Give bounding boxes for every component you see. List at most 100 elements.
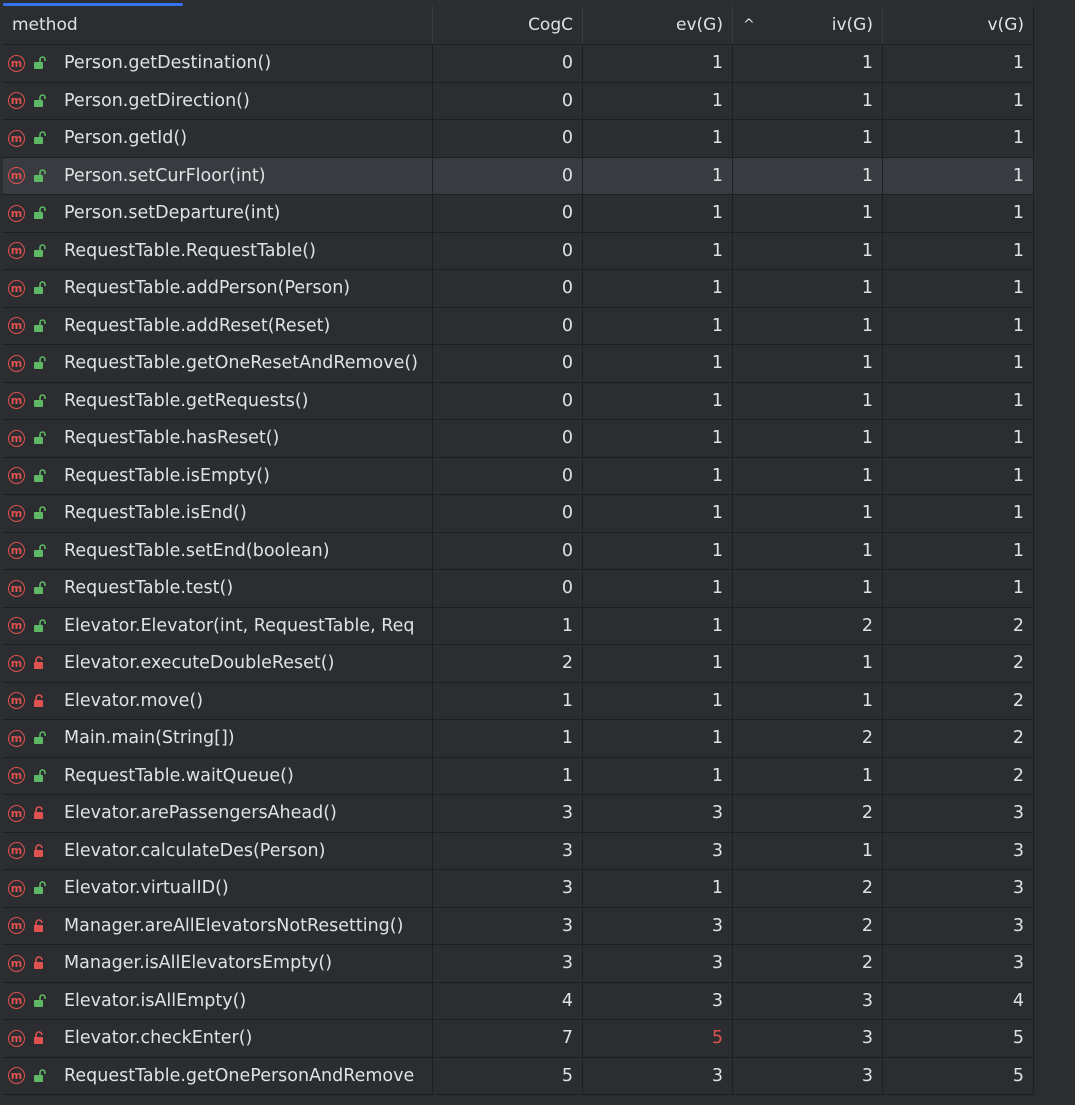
evg-cell: 1: [583, 532, 733, 569]
method-name: RequestTable.waitQueue(): [64, 765, 294, 786]
table-row[interactable]: m Person.getDirection() 0 1 1 1: [3, 82, 1033, 120]
method-name: Elevator.calculateDes(Person): [64, 840, 326, 861]
method-cell[interactable]: m RequestTable.setEnd(boolean): [3, 532, 433, 569]
table-row[interactable]: m RequestTable.hasReset() 0 1 1 1: [3, 420, 1033, 458]
column-header-cogc[interactable]: CogC: [433, 6, 583, 44]
method-cell[interactable]: m RequestTable.getOneResetAndRemove(): [3, 345, 433, 382]
table-row[interactable]: m Elevator.virtualID() 3 1 2 3: [3, 870, 1033, 908]
method-cell[interactable]: m RequestTable.addReset(Reset): [3, 307, 433, 344]
method-cell[interactable]: m RequestTable.getOnePersonAndRemove: [3, 1057, 433, 1094]
method-cell[interactable]: m Person.setDeparture(int): [3, 195, 433, 232]
method-icon: m: [8, 542, 25, 560]
method-icon: m: [8, 842, 25, 860]
method-cell[interactable]: m Elevator.executeDoubleReset(): [3, 645, 433, 682]
table-row[interactable]: m Elevator.calculateDes(Person) 3 3 1 3: [3, 832, 1033, 870]
table-row[interactable]: m Elevator.arePassengersAhead() 3 3 2 3: [3, 795, 1033, 833]
method-cell[interactable]: m Person.getDirection(): [3, 82, 433, 119]
method-icon: m: [8, 54, 25, 72]
cogc-cell: 1: [433, 607, 583, 644]
column-header-evg[interactable]: ev(G): [583, 6, 733, 44]
table-row[interactable]: m RequestTable.getRequests() 0 1 1 1: [3, 382, 1033, 420]
cogc-cell: 3: [433, 907, 583, 944]
method-name: Elevator.arePassengersAhead(): [64, 803, 337, 824]
method-cell[interactable]: m RequestTable.RequestTable(): [3, 232, 433, 269]
method-cell[interactable]: m Person.getId(): [3, 120, 433, 157]
method-icon: m: [8, 429, 25, 447]
method-cell[interactable]: m Person.getDestination(): [3, 45, 433, 82]
method-cell[interactable]: m Elevator.Elevator(int, RequestTable, Re…: [3, 607, 433, 644]
method-cell[interactable]: m Elevator.calculateDes(Person): [3, 832, 433, 869]
method-name: Elevator.executeDoubleReset(): [64, 653, 335, 674]
table-row[interactable]: m RequestTable.waitQueue() 1 1 1 2: [3, 757, 1033, 795]
table-row[interactable]: m RequestTable.test() 0 1 1 1: [3, 570, 1033, 608]
method-cell[interactable]: m RequestTable.isEnd(): [3, 495, 433, 532]
method-name: RequestTable.hasReset(): [64, 428, 280, 449]
method-icon: m: [8, 579, 25, 597]
table-row[interactable]: m RequestTable.addPerson(Person) 0 1 1 1: [3, 270, 1033, 308]
method-cell[interactable]: m Elevator.isAllEmpty(): [3, 982, 433, 1019]
table-row[interactable]: m RequestTable.getOnePersonAndRemove 5 3 3 5: [3, 1057, 1033, 1095]
table-row[interactable]: m Person.getId() 0 1 1 1: [3, 120, 1033, 158]
table-row[interactable]: m Elevator.Elevator(int, RequestTable, Re…: [3, 607, 1033, 645]
method-cell[interactable]: m Manager.isAllElevatorsEmpty(): [3, 945, 433, 982]
table-row[interactable]: m RequestTable.isEmpty() 0 1 1 1: [3, 457, 1033, 495]
cogc-cell: 3: [433, 945, 583, 982]
method-cell[interactable]: m Manager.areAllElevatorsNotResetting(): [3, 907, 433, 944]
cogc-cell: 3: [433, 795, 583, 832]
method-cell[interactable]: m RequestTable.waitQueue(): [3, 757, 433, 794]
private-lock-icon: [31, 1030, 47, 1046]
ivg-cell: 3: [733, 1020, 883, 1057]
table-row[interactable]: m RequestTable.RequestTable() 0 1 1 1: [3, 232, 1033, 270]
vg-cell: 1: [883, 120, 1033, 157]
ivg-cell: 1: [733, 232, 883, 269]
cogc-cell: 1: [433, 720, 583, 757]
cogc-cell: 0: [433, 307, 583, 344]
cogc-cell: 4: [433, 982, 583, 1019]
vg-cell: 1: [883, 345, 1033, 382]
table-row[interactable]: m Main.main(String[]) 1 1 2 2: [3, 720, 1033, 758]
table-row[interactable]: m Person.setDeparture(int) 0 1 1 1: [3, 195, 1033, 233]
table-row[interactable]: m RequestTable.getOneResetAndRemove() 0 1 1 1: [3, 345, 1033, 383]
table-row[interactable]: m Elevator.move() 1 1 1 2: [3, 682, 1033, 720]
method-cell[interactable]: m Elevator.virtualID(): [3, 870, 433, 907]
cogc-cell: 0: [433, 345, 583, 382]
method-cell[interactable]: m Elevator.checkEnter(): [3, 1020, 433, 1057]
table-row[interactable]: m Person.getDestination() 0 1 1 1: [3, 45, 1033, 83]
method-cell[interactable]: m RequestTable.hasReset(): [3, 420, 433, 457]
method-name: RequestTable.setEnd(boolean): [64, 540, 330, 561]
table-row[interactable]: m RequestTable.isEnd() 0 1 1 1: [3, 495, 1033, 533]
method-icon: m: [8, 617, 25, 635]
table-row[interactable]: m Manager.isAllElevatorsEmpty() 3 3 2 3: [3, 945, 1033, 983]
cogc-cell: 0: [433, 457, 583, 494]
sort-ascending-icon[interactable]: ^: [743, 6, 755, 44]
public-lock-icon: [31, 205, 47, 221]
method-cell[interactable]: m Elevator.arePassengersAhead(): [3, 795, 433, 832]
table-row[interactable]: m Person.setCurFloor(int) 0 1 1 1: [3, 157, 1033, 195]
scrollbar-track[interactable]: [1034, 0, 1075, 1105]
table-row[interactable]: m Elevator.isAllEmpty() 4 3 3 4: [3, 982, 1033, 1020]
method-cell[interactable]: m Elevator.move(): [3, 682, 433, 719]
evg-cell: 1: [583, 607, 733, 644]
method-icon: m: [8, 879, 25, 897]
method-cell[interactable]: m Main.main(String[]): [3, 720, 433, 757]
table-row[interactable]: m Elevator.checkEnter() 7 5 3 5: [3, 1020, 1033, 1058]
table-row[interactable]: m RequestTable.addReset(Reset) 0 1 1 1: [3, 307, 1033, 345]
method-cell[interactable]: m Person.setCurFloor(int): [3, 157, 433, 194]
evg-cell: 3: [583, 907, 733, 944]
evg-cell: 3: [583, 945, 733, 982]
cogc-cell: 0: [433, 532, 583, 569]
table-row[interactable]: m Manager.areAllElevatorsNotResetting() 3 3…: [3, 907, 1033, 945]
column-header-method[interactable]: method: [3, 6, 433, 44]
method-cell[interactable]: m RequestTable.addPerson(Person): [3, 270, 433, 307]
table-row[interactable]: m Elevator.executeDoubleReset() 2 1 1 2: [3, 645, 1033, 683]
evg-cell: 1: [583, 232, 733, 269]
table-row[interactable]: m RequestTable.setEnd(boolean) 0 1 1 1: [3, 532, 1033, 570]
method-cell[interactable]: m RequestTable.test(): [3, 570, 433, 607]
public-lock-icon: [31, 430, 47, 446]
method-cell[interactable]: m RequestTable.isEmpty(): [3, 457, 433, 494]
method-cell[interactable]: m RequestTable.getRequests(): [3, 382, 433, 419]
cogc-cell: 0: [433, 157, 583, 194]
column-header-ivg[interactable]: ^ iv(G): [733, 6, 883, 44]
ivg-cell: 1: [733, 120, 883, 157]
column-header-vg[interactable]: v(G): [883, 6, 1033, 44]
